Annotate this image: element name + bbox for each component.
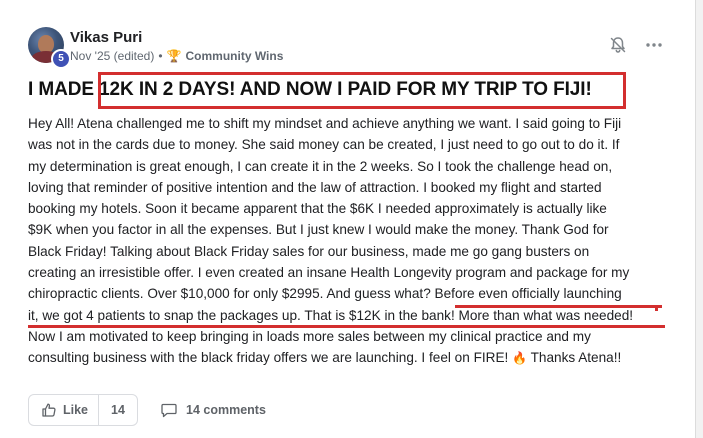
body-line: loving that reminder of positive intenti…	[28, 179, 602, 195]
body-line-last: consulting business with the black frida…	[28, 347, 678, 368]
body-line: my determination is great enough, I can …	[28, 158, 613, 174]
category-link[interactable]: Community Wins	[186, 49, 284, 63]
body-line: Now I am motivated to keep bringing in l…	[28, 328, 591, 344]
meta-separator: •	[158, 49, 163, 63]
body-line: creating an irresistible offer. I even c…	[28, 265, 630, 281]
like-count[interactable]: 14	[99, 403, 137, 417]
body-line: Black Friday! Talking about Black Friday…	[28, 243, 590, 259]
post-body: Hey All! Atena challenged me to shift my…	[28, 113, 678, 369]
post-header: 5 Vikas Puri Nov '25 (edited) • 🏆 Commun…	[28, 27, 668, 69]
like-group: Like 14	[28, 394, 138, 426]
closing-text: Thanks Atena!!	[527, 350, 622, 366]
header-actions	[608, 35, 668, 59]
post-footer: Like 14 14 comments	[28, 394, 668, 428]
comment-icon	[161, 403, 177, 418]
like-label: Like	[63, 403, 89, 417]
body-line: booking my hotels. Soon it became appare…	[28, 201, 607, 217]
highlight-underline	[455, 305, 662, 308]
post-meta: Nov '25 (edited) • 🏆 Community Wins	[70, 49, 283, 63]
post-date: Nov '25 (edited)	[70, 49, 155, 63]
body-line-text: consulting business with the black frida…	[28, 350, 509, 366]
comments-button[interactable]: 14 comments	[160, 394, 266, 426]
author-name[interactable]: Vikas Puri	[70, 29, 142, 46]
highlight-underline	[28, 325, 665, 328]
level-badge: 5	[51, 49, 71, 69]
bell-off-icon[interactable]	[608, 35, 628, 55]
body-line: chiropractic clients. Over $10,000 for o…	[28, 286, 622, 302]
highlight-underline-tick	[655, 305, 658, 311]
trophy-icon: 🏆	[166, 49, 182, 63]
like-button[interactable]: Like	[29, 395, 100, 425]
thumbs-up-icon	[42, 403, 56, 417]
post-card: 5 Vikas Puri Nov '25 (edited) • 🏆 Commun…	[0, 0, 703, 438]
title-highlight-box	[98, 72, 626, 109]
body-line: was not in the cards due to money. She s…	[28, 137, 620, 153]
more-horizontal-icon[interactable]	[644, 35, 664, 55]
body-line: $9K when you factor in all the expenses.…	[28, 222, 609, 238]
comments-label: 14 comments	[186, 403, 266, 417]
scrollbar-track[interactable]	[695, 0, 703, 438]
fire-icon: 🔥	[512, 351, 528, 366]
body-line: Hey All! Atena challenged me to shift my…	[28, 116, 622, 131]
